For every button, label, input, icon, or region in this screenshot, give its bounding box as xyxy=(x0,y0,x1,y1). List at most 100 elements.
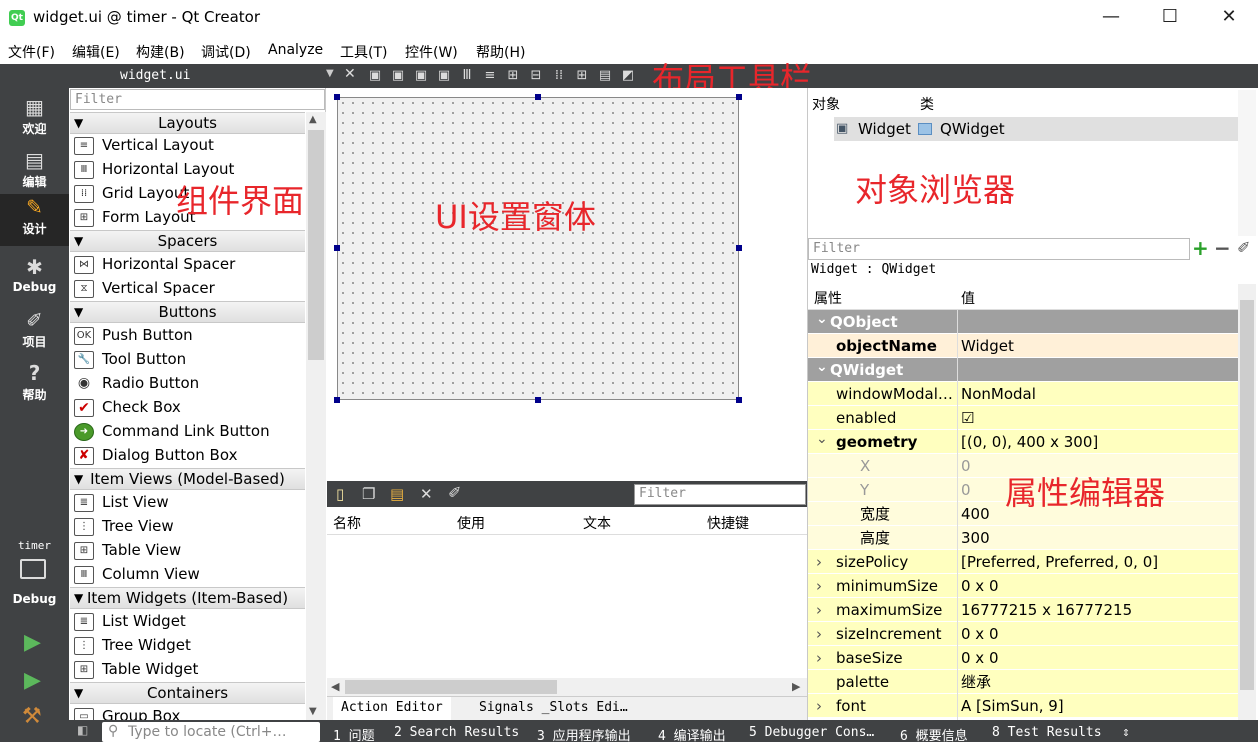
mode-help[interactable]: ? 帮助 xyxy=(0,360,69,412)
property-row[interactable]: › font A [SimSun, 9] xyxy=(808,694,1238,718)
property-value[interactable]: 0 x 0 xyxy=(961,622,999,646)
property-value[interactable]: [Preferred, Preferred, 0, 0] xyxy=(961,550,1158,574)
property-row[interactable]: enabled ☑ xyxy=(808,406,1238,430)
edit-buddies-icon[interactable]: ▣ xyxy=(413,68,429,84)
property-row[interactable]: palette 继承 xyxy=(808,670,1238,694)
widget-column-view[interactable]: Ⅲ Column View xyxy=(74,562,304,586)
property-value[interactable]: 300 xyxy=(961,526,990,550)
adjust-size-icon[interactable]: ◩ xyxy=(620,68,636,84)
add-property-icon[interactable]: + xyxy=(1192,236,1209,260)
debug-run-icon[interactable]: ▶ xyxy=(24,668,41,693)
pane-search-results[interactable]: 2 Search Results xyxy=(394,725,519,740)
menu-file[interactable]: 文件(F) xyxy=(8,42,55,62)
property-scroll-thumb[interactable] xyxy=(1240,300,1254,690)
category-item-widgets[interactable]: ▼ Item Widgets (Item-Based) xyxy=(70,587,305,609)
category-spacers[interactable]: ▼ Spacers xyxy=(70,230,305,252)
widget-check-box[interactable]: ✔ Check Box xyxy=(74,395,304,419)
widget-tool-button[interactable]: 🔧 Tool Button xyxy=(74,347,304,371)
col-text[interactable]: 文本 xyxy=(583,513,611,533)
locator-input[interactable]: Type to locate (Ctrl+… xyxy=(102,722,320,742)
category-layouts[interactable]: ▼ Layouts xyxy=(70,112,305,134)
property-value[interactable]: 0 x 0 xyxy=(961,574,999,598)
document-tab[interactable]: widget.ui xyxy=(70,64,340,88)
expand-arrow-icon[interactable]: ⌄ xyxy=(816,307,828,331)
menu-build[interactable]: 构建(B) xyxy=(136,42,185,62)
close-doc-button[interactable]: ✕ xyxy=(344,66,356,82)
menu-help[interactable]: 帮助(H) xyxy=(476,42,525,62)
category-item-views[interactable]: ▼ Item Views (Model-Based) xyxy=(70,468,305,490)
action-hscroll-thumb[interactable] xyxy=(345,680,557,694)
property-value[interactable]: NonModal xyxy=(961,382,1036,406)
property-value[interactable]: 0 xyxy=(961,478,971,502)
paste-action-icon[interactable]: ▤ xyxy=(390,485,404,503)
collapse-arrow-icon[interactable]: › xyxy=(816,550,822,574)
collapse-arrow-icon[interactable]: › xyxy=(816,646,822,670)
remove-property-icon[interactable]: − xyxy=(1214,236,1231,260)
menu-tools[interactable]: 工具(T) xyxy=(340,42,387,62)
menu-analyze[interactable]: Analyze xyxy=(268,42,323,58)
property-row[interactable]: › sizePolicy [Preferred, Preferred, 0, 0] xyxy=(808,550,1238,574)
edit-tab-order-icon[interactable]: ▣ xyxy=(436,68,452,84)
property-row[interactable]: › minimumSize 0 x 0 xyxy=(808,574,1238,598)
widget-table-view[interactable]: ⊞ Table View xyxy=(74,538,304,562)
col-property[interactable]: 属性 xyxy=(814,288,842,308)
widget-box-scroll-thumb[interactable] xyxy=(308,130,324,360)
mode-design[interactable]: ✎ 设计 xyxy=(0,194,69,246)
category-buttons[interactable]: ▼ Buttons xyxy=(70,301,305,323)
delete-action-icon[interactable]: ✕ xyxy=(420,485,433,503)
menu-widgets[interactable]: 控件(W) xyxy=(405,42,458,62)
expand-arrow-icon[interactable]: ⌄ xyxy=(816,427,828,451)
layout-splitter-v-icon[interactable]: ⊟ xyxy=(528,68,544,84)
widget-radio-button[interactable]: ◉ Radio Button xyxy=(74,371,304,395)
property-row[interactable]: ⌄ geometry [(0, 0), 400 x 300] xyxy=(808,430,1238,454)
close-button[interactable]: ✕ xyxy=(1200,0,1258,36)
property-value[interactable]: ☑ xyxy=(961,406,974,430)
pane-debugger-console[interactable]: 5 Debugger Cons… xyxy=(749,725,874,740)
col-value[interactable]: 值 xyxy=(961,288,975,308)
minimize-button[interactable]: — xyxy=(1082,0,1140,36)
col-used[interactable]: 使用 xyxy=(457,513,485,533)
monitor-icon[interactable] xyxy=(20,559,46,579)
widget-table-widget[interactable]: ⊞ Table Widget xyxy=(74,657,304,681)
widget-filter-input[interactable]: Filter xyxy=(70,89,325,110)
expand-arrow-icon[interactable]: ⌄ xyxy=(816,355,828,379)
property-value[interactable]: A [SimSun, 9] xyxy=(961,694,1064,718)
property-row[interactable]: › sizeIncrement 0 x 0 xyxy=(808,622,1238,646)
collapse-arrow-icon[interactable]: › xyxy=(816,694,822,718)
edit-signals-icon[interactable]: ▣ xyxy=(390,68,406,84)
widget-group-box[interactable]: ▭ Group Box xyxy=(74,704,304,720)
category-containers[interactable]: ▼ Containers xyxy=(70,682,305,704)
resize-handle-bl[interactable] xyxy=(334,397,340,403)
tab-action-editor[interactable]: Action Editor xyxy=(333,697,451,720)
scroll-down-icon[interactable]: ▼ xyxy=(309,706,317,717)
pane-compile-output[interactable]: 4 编译输出 xyxy=(658,725,726,744)
mode-debug[interactable]: ✱ Debug xyxy=(0,254,69,306)
collapse-arrow-icon[interactable]: › xyxy=(816,574,822,598)
scroll-right-icon[interactable]: ▶ xyxy=(792,680,800,693)
run-icon[interactable]: ▶ xyxy=(24,630,41,655)
widget-push-button[interactable]: OK Push Button xyxy=(74,323,304,347)
object-scrollbar[interactable] xyxy=(1238,90,1256,236)
more-panes-icon[interactable]: ⇕ xyxy=(1122,725,1130,740)
configure-wrench-icon[interactable]: ✐ xyxy=(448,483,461,502)
form-canvas[interactable] xyxy=(337,97,739,400)
property-row[interactable]: windowModal… NonModal xyxy=(808,382,1238,406)
property-value[interactable]: 16777215 x 16777215 xyxy=(961,598,1132,622)
property-row[interactable]: › maximumSize 16777215 x 16777215 xyxy=(808,598,1238,622)
widget-tree-view[interactable]: ⋮ Tree View xyxy=(74,514,304,538)
layout-splitter-h-icon[interactable]: ⊞ xyxy=(505,68,521,84)
build-hammer-icon[interactable]: ⚒ xyxy=(22,704,42,729)
col-shortcut[interactable]: 快捷键 xyxy=(707,513,749,533)
col-object[interactable]: 对象 xyxy=(812,94,840,114)
object-row-widget[interactable]: ▣ Widget QWidget xyxy=(834,117,1238,141)
property-row[interactable]: 高度 300 xyxy=(808,526,1238,550)
property-value[interactable]: 0 x 0 xyxy=(961,646,999,670)
widget-command-link-button[interactable]: ➜ Command Link Button xyxy=(74,419,304,443)
widget-vertical-layout[interactable]: ≡ Vertical Layout xyxy=(74,133,304,157)
resize-handle-br[interactable] xyxy=(736,397,742,403)
resize-handle-l[interactable] xyxy=(334,245,340,251)
layout-form-icon[interactable]: ⊞ xyxy=(574,68,590,84)
layout-grid-icon[interactable]: ⁞⁞ xyxy=(551,68,567,84)
pane-app-output[interactable]: 3 应用程序输出 xyxy=(537,725,631,744)
break-layout-icon[interactable]: ▤ xyxy=(597,68,613,84)
